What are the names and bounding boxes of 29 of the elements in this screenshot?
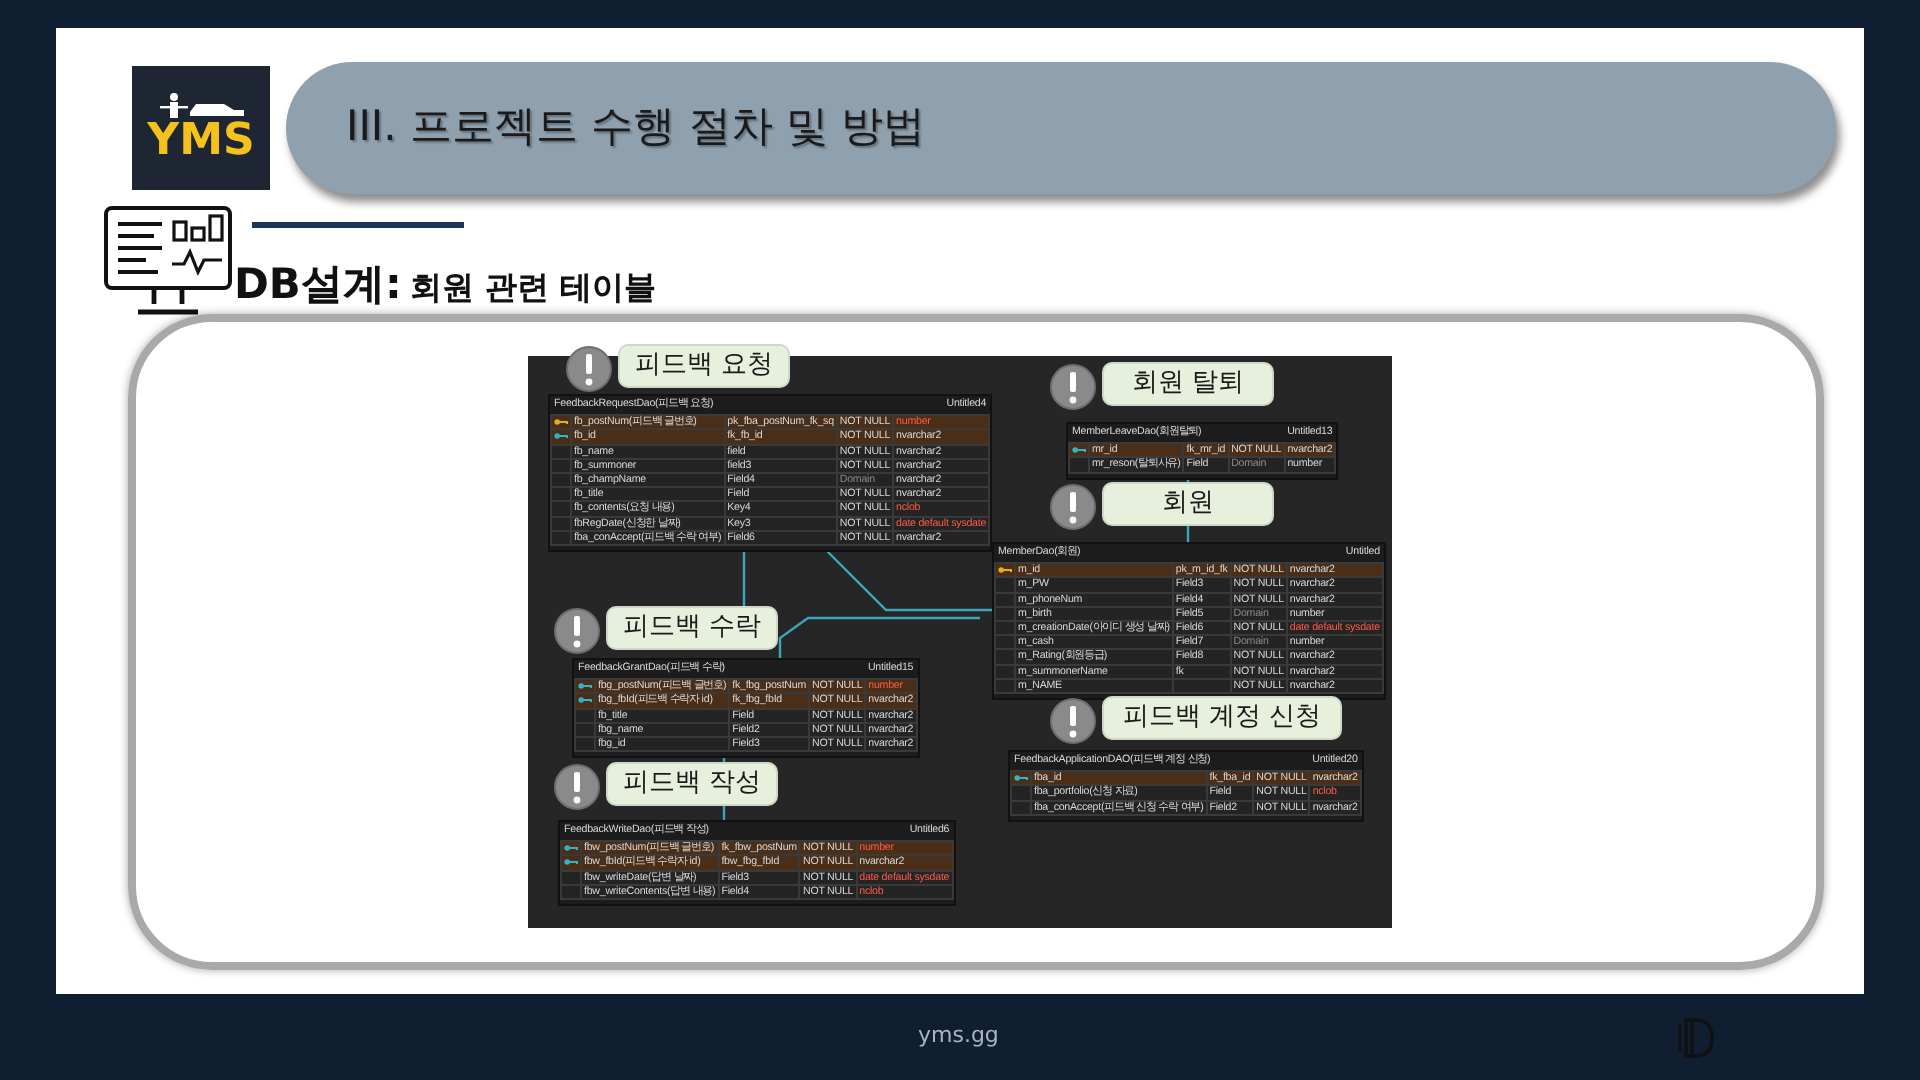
callout-label: 피드백 작성 [606,762,778,806]
section-heading: DB설계: [234,257,402,311]
key-icon [554,417,568,426]
callout-label: 회원 탈퇴 [1102,362,1274,406]
alert-icon [554,608,600,654]
key-icon [578,696,592,704]
callout-label: 회원 [1102,482,1274,526]
key-icon [564,858,578,866]
person-car-icon [157,92,245,120]
alert-icon [554,764,600,810]
key-icon [554,432,568,440]
alert-icon [1050,484,1096,530]
site-url: yms.gg [918,1020,999,1053]
logo-icon [1678,1015,1715,1059]
key-icon [564,843,578,852]
callout-label: 피드백 계정 신청 [1102,696,1342,740]
callout-label: 피드백 요청 [618,344,790,388]
key-icon [998,565,1012,574]
slide-title: III. 프로젝트 수행 절차 및 방법 [346,100,926,155]
key-icon [1072,445,1086,454]
alert-icon [1050,364,1096,410]
alert-icon [1050,698,1096,744]
alert-icon [566,346,612,392]
key-icon [1014,773,1028,782]
monitor-chart-icon [102,204,234,320]
callout-label: 피드백 수락 [606,606,778,650]
logo-text: YMS [147,120,255,164]
section-subheading: 회원 관련 테이블 [409,265,656,309]
key-icon [578,681,592,690]
